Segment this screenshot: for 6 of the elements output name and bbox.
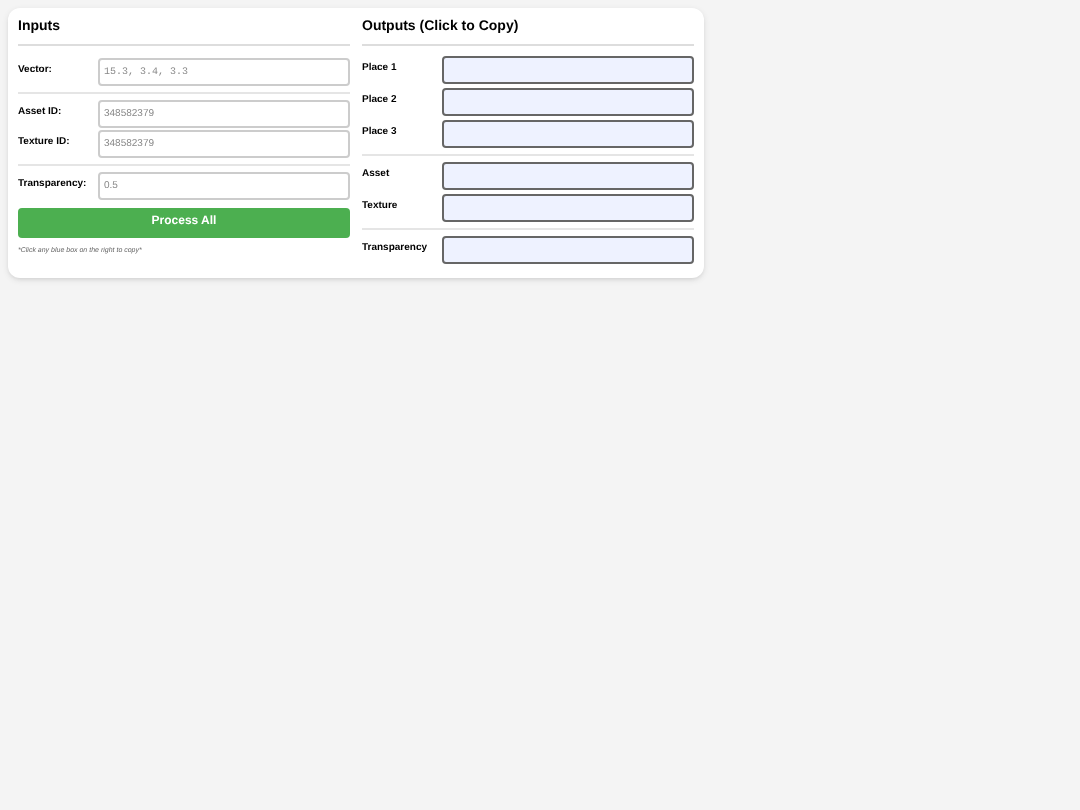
output-box[interactable] xyxy=(442,55,694,83)
output-box[interactable] xyxy=(442,235,694,263)
output-box[interactable] xyxy=(442,87,694,115)
output-box[interactable] xyxy=(442,119,694,147)
output-box[interactable] xyxy=(442,193,694,221)
output-box[interactable] xyxy=(442,161,694,189)
